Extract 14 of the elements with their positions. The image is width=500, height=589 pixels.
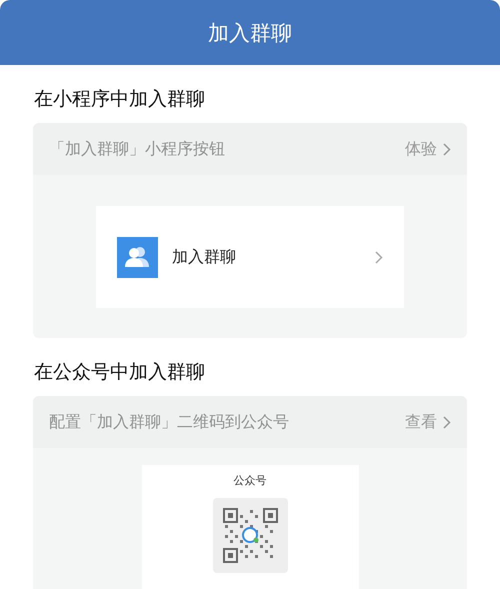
action-link[interactable]: 查看 [405, 412, 451, 432]
join-group-button[interactable]: 加入群聊 [96, 206, 404, 308]
section-title: 在小程序中加入群聊 [33, 87, 206, 112]
qr-code-icon [212, 498, 288, 573]
card-label: 配置「加入群聊」二维码到公众号 [49, 412, 289, 432]
chevron-icon [443, 416, 451, 428]
page-title: 加入群聊 [208, 20, 292, 46]
card-label: 「加入群聊」小程序按钮 [49, 138, 225, 160]
section-title: 在公众号中加入群聊 [33, 360, 206, 385]
action-link[interactable]: 体验 [405, 138, 451, 160]
qr-caption: 公众号 [234, 473, 266, 488]
chevron-icon [375, 250, 383, 264]
chevron-icon [443, 142, 451, 156]
people-icon [117, 236, 158, 278]
